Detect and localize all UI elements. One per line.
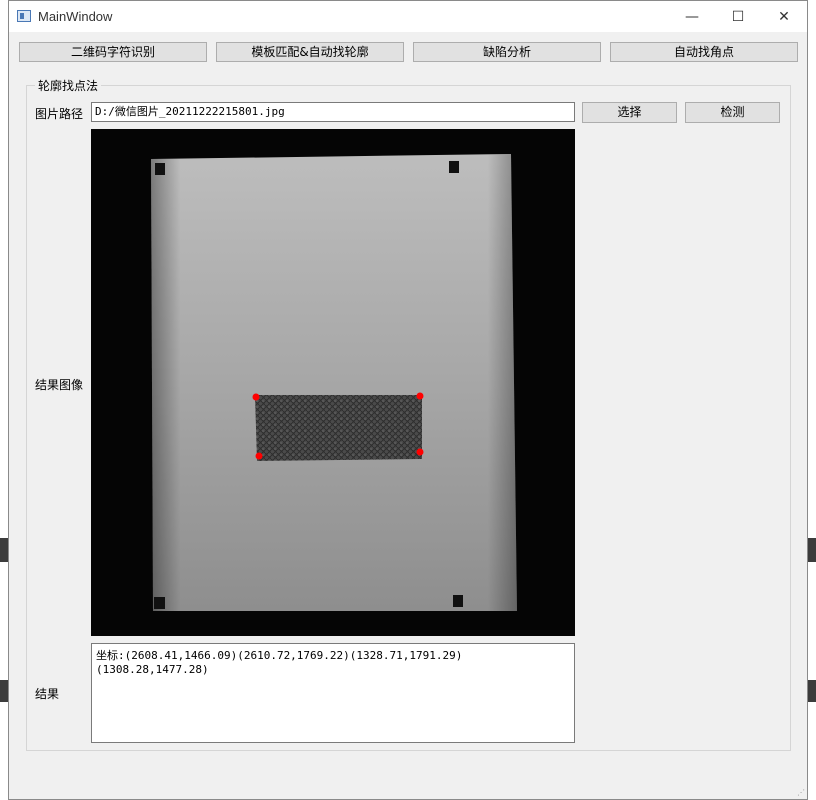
- detect-button[interactable]: 检测: [685, 102, 780, 123]
- image-path-input[interactable]: D:/微信图片_20211222215801.jpg: [91, 102, 575, 122]
- corner-point: [416, 448, 424, 456]
- close-button[interactable]: ✕: [761, 1, 807, 32]
- main-window: MainWindow — ☐ ✕ 二维码字符识别 模板匹配&自动找轮廓 缺陷分析…: [8, 0, 808, 800]
- maximize-button[interactable]: ☐: [715, 1, 761, 32]
- defect-analysis-button[interactable]: 缺陷分析: [413, 42, 601, 62]
- background-window-strip: [808, 680, 816, 702]
- result-textbox[interactable]: 坐标:(2608.41,1466.09)(2610.72,1769.22)(13…: [91, 643, 575, 743]
- title-bar: MainWindow — ☐ ✕: [9, 1, 807, 32]
- corner-point: [416, 392, 424, 400]
- template-match-button[interactable]: 模板匹配&自动找轮廓: [216, 42, 404, 62]
- marker-square: [154, 597, 165, 609]
- result-image: [91, 129, 575, 636]
- result-image-label: 结果图像: [35, 378, 84, 392]
- qr-ocr-button[interactable]: 二维码字符识别: [19, 42, 207, 62]
- path-label: 图片路径: [35, 107, 84, 121]
- marker-square: [453, 595, 463, 607]
- auto-corner-button[interactable]: 自动找角点: [610, 42, 798, 62]
- select-button[interactable]: 选择: [582, 102, 677, 123]
- minimize-button[interactable]: —: [669, 1, 715, 32]
- corner-point: [252, 393, 260, 401]
- resize-grip-icon[interactable]: ⋰: [797, 788, 805, 797]
- corner-point: [255, 452, 263, 460]
- marker-square: [449, 161, 459, 173]
- window-title: MainWindow: [38, 9, 113, 24]
- background-window-strip: [0, 680, 8, 702]
- detected-rectangle: [255, 395, 422, 461]
- background-window-strip: [0, 538, 8, 562]
- app-window-icon: [17, 10, 31, 22]
- marker-square: [155, 163, 165, 175]
- group-title: 轮廓找点法: [35, 77, 102, 94]
- result-photo: [91, 129, 575, 636]
- background-window-strip: [808, 538, 816, 562]
- result-label: 结果: [35, 687, 60, 701]
